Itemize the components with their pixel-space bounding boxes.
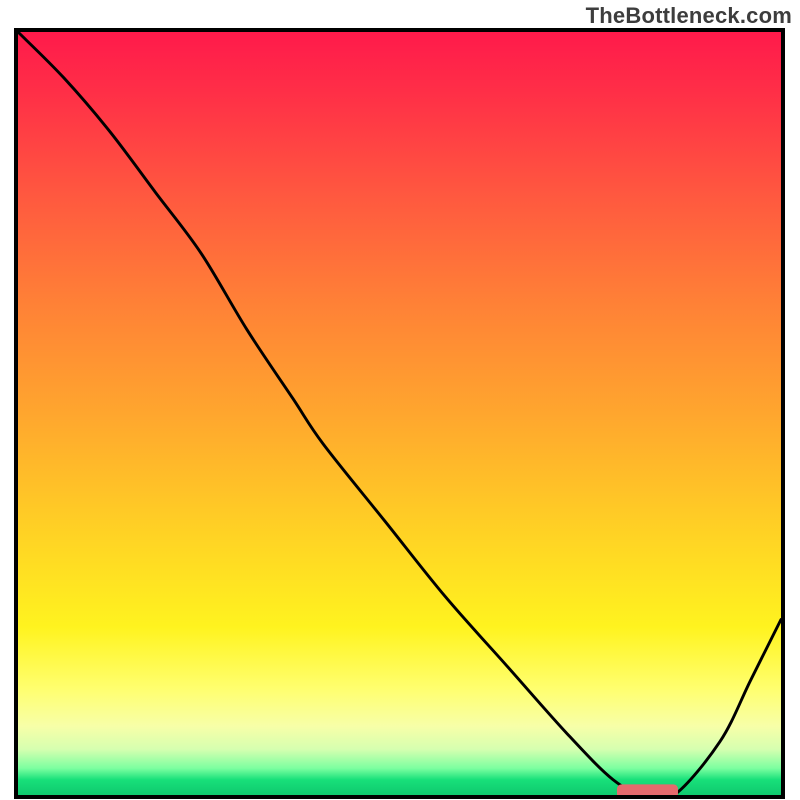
chart-overlay-svg — [18, 32, 781, 795]
trough-marker — [617, 784, 678, 795]
attribution-label: TheBottleneck.com — [586, 3, 792, 29]
bottleneck-curve — [18, 32, 781, 795]
plot-area — [14, 28, 785, 799]
chart-container: TheBottleneck.com — [0, 0, 800, 800]
